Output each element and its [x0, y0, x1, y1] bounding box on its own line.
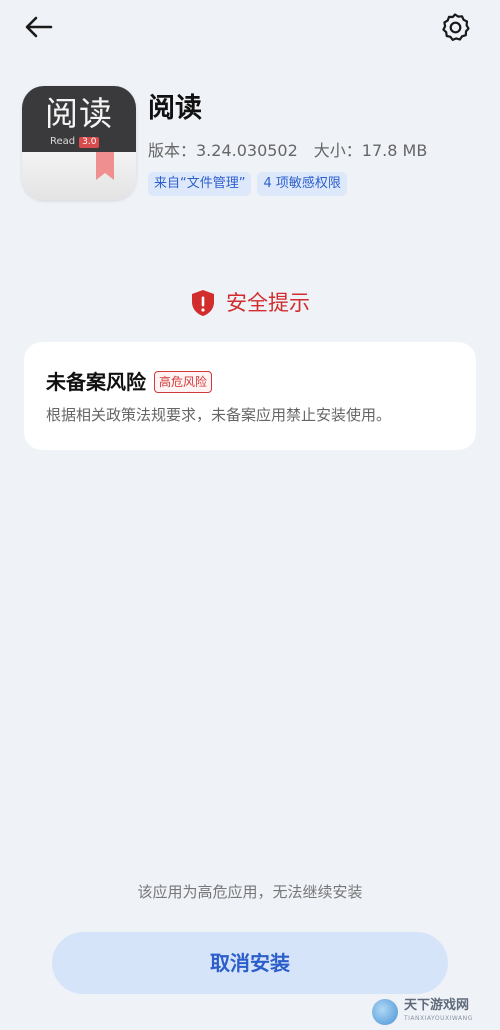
app-meta: 版本：3.24.030502 大小：17.8 MB — [148, 140, 427, 162]
app-name: 阅读 — [148, 93, 202, 124]
app-header: 阅读 Read 3.0 阅读 版本：3.24.030502 大小：17.8 MB … — [22, 86, 478, 206]
app-icon-subtitle: Read 3.0 — [50, 136, 100, 148]
source-tag[interactable]: 来自“文件管理” — [148, 172, 252, 196]
app-icon-read-label: Read — [50, 136, 76, 147]
app-size: 大小：17.8 MB — [313, 141, 428, 160]
install-blocked-note: 该应用为高危应用，无法继续安装 — [137, 883, 363, 901]
site-watermark: 天下游戏网 TIANXIAYOUXIWANG — [372, 996, 494, 1028]
watermark-logo-icon — [372, 999, 398, 1025]
app-icon-version-badge: 3.0 — [79, 136, 100, 148]
risk-title: 未备案风险 — [46, 370, 146, 394]
security-title: 安全提示 — [226, 291, 310, 315]
back-button[interactable] — [22, 12, 56, 42]
risk-description: 根据相关政策法规要求，未备案应用禁止安装使用。 — [46, 406, 392, 424]
app-icon: 阅读 Read 3.0 — [22, 86, 136, 200]
app-icon-book-pages — [22, 152, 136, 200]
app-icon-title: 阅读 — [45, 94, 113, 133]
top-bar — [0, 0, 500, 60]
risk-card: 未备案风险 高危风险 根据相关政策法规要求，未备案应用禁止安装使用。 — [24, 342, 476, 450]
watermark-sub: TIANXIAYOUXIWANG — [404, 1015, 473, 1022]
security-heading: 安全提示 — [0, 286, 500, 320]
settings-button[interactable] — [438, 10, 472, 44]
app-tags: 来自“文件管理” 4 项敏感权限 — [148, 172, 347, 196]
watermark-text: 天下游戏网 TIANXIAYOUXIWANG — [404, 999, 473, 1025]
watermark-main: 天下游戏网 — [404, 998, 470, 1013]
risk-header: 未备案风险 高危风险 — [46, 368, 213, 396]
back-arrow-icon — [25, 16, 53, 38]
gear-icon — [442, 13, 470, 41]
shield-alert-icon — [192, 290, 214, 316]
app-version: 版本：3.24.030502 — [148, 141, 298, 160]
risk-level-badge: 高危风险 — [154, 371, 213, 393]
bookmark-icon — [96, 152, 114, 180]
permissions-tag[interactable]: 4 项敏感权限 — [257, 172, 347, 196]
cancel-install-button[interactable]: 取消安装 — [52, 932, 448, 994]
